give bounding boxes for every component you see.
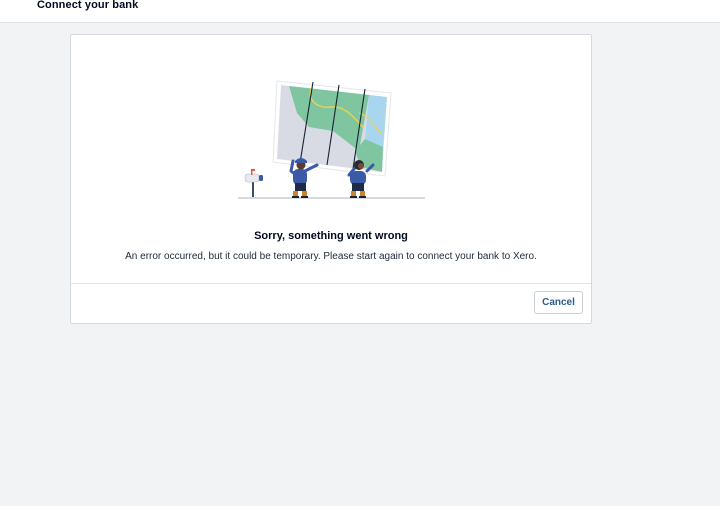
top-header-bar: Connect your bank — [0, 0, 720, 23]
mailbox-icon — [244, 169, 263, 197]
ground-line — [238, 197, 425, 199]
error-title: Sorry, something went wrong — [254, 230, 408, 242]
map-people-illustration — [237, 79, 427, 203]
error-message: An error occurred, but it could be tempo… — [125, 251, 537, 262]
cancel-button[interactable]: Cancel — [534, 291, 583, 314]
footer-divider — [71, 283, 591, 284]
map-people-illustration-svg — [238, 80, 425, 199]
page-title: Connect your bank — [37, 0, 139, 11]
map-sheet — [272, 80, 392, 177]
error-dialog-card: Sorry, something went wrong An error occ… — [70, 34, 592, 324]
